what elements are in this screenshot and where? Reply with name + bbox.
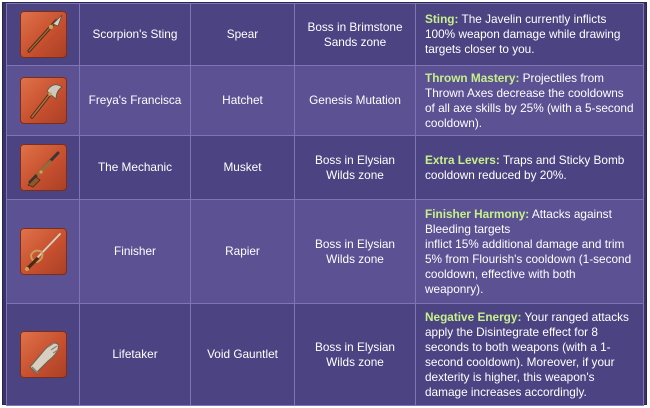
weapon-icon-cell — [6, 3, 80, 66]
weapons-table-frame: Scorpion's Sting Spear Boss in Brimstone… — [2, 2, 647, 406]
perk-name: Negative Energy: — [425, 309, 522, 324]
perk-description: Extra Levers: Traps and Sticky Bomb cool… — [415, 135, 644, 200]
weapon-source: Boss in Elysian Wilds zone — [294, 135, 416, 200]
weapon-name: Scorpion's Sting — [79, 3, 191, 66]
weapon-type: Void Gauntlet — [190, 303, 295, 406]
spear-icon — [19, 11, 67, 58]
hatchet-icon — [19, 77, 67, 124]
weapon-type: Rapier — [190, 199, 295, 304]
rapier-icon — [19, 228, 67, 275]
perk-description: Finisher Harmony: Attacks against Bleedi… — [415, 199, 644, 304]
weapon-name: The Mechanic — [79, 135, 191, 200]
weapon-icon-cell — [6, 199, 80, 304]
weapon-type: Hatchet — [190, 65, 295, 136]
weapon-type: Spear — [190, 3, 295, 66]
weapon-type: Musket — [190, 135, 295, 200]
weapon-source: Boss in Brimstone Sands zone — [294, 3, 416, 66]
weapon-name: Lifetaker — [79, 303, 191, 406]
perk-name: Finisher Harmony: — [425, 206, 530, 221]
perk-name: Sting: — [425, 12, 459, 26]
perk-name: Extra Levers: — [425, 152, 500, 167]
table-row: Freya's Francisca Hatchet Genesis Mutati… — [6, 65, 644, 136]
weapons-table: Scorpion's Sting Spear Boss in Brimstone… — [6, 3, 644, 406]
weapon-icon-cell — [6, 65, 80, 136]
weapon-name: Freya's Francisca — [79, 65, 191, 136]
weapon-source: Genesis Mutation — [294, 65, 416, 136]
weapon-name: Finisher — [79, 199, 191, 304]
table-row: Lifetaker Void Gauntlet Boss in Elysian … — [6, 303, 644, 406]
weapon-icon-cell — [6, 135, 80, 200]
weapon-icon-cell — [6, 303, 80, 406]
table-row: The Mechanic Musket Boss in Elysian Wild… — [6, 135, 644, 200]
table-row: Scorpion's Sting Spear Boss in Brimstone… — [6, 3, 644, 66]
perk-description: Thrown Mastery: Projectiles from Thrown … — [415, 65, 644, 136]
perk-name: Thrown Mastery: — [425, 70, 520, 85]
weapon-source: Boss in Elysian Wilds zone — [294, 199, 416, 304]
table-row: Finisher Rapier Boss in Elysian Wilds zo… — [6, 199, 644, 304]
perk-description: Negative Energy: Your ranged attacks app… — [415, 303, 644, 406]
gauntlet-icon — [19, 331, 67, 378]
perk-description: Sting: The Javelin currently inflicts 10… — [415, 3, 644, 66]
musket-icon — [19, 144, 67, 191]
weapon-source: Boss in Elysian Wilds zone — [294, 303, 416, 406]
